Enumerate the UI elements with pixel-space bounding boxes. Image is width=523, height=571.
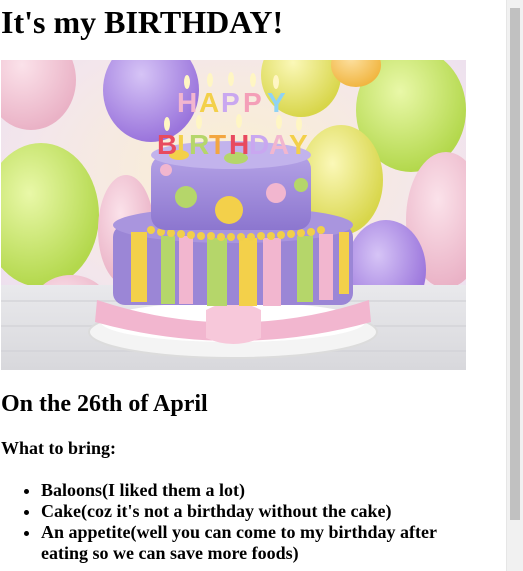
svg-text:D: D [249, 129, 269, 160]
date-heading: On the 26th of April [1, 391, 208, 417]
svg-text:P: P [243, 87, 262, 118]
page-body: It's my BIRTHDAY! H A P P Y B I R T H D … [0, 0, 506, 571]
svg-text:A: A [199, 87, 219, 118]
bring-list: Baloons(I liked them a lot) Cake(coz it'… [0, 480, 461, 564]
svg-text:H: H [229, 129, 249, 160]
svg-text:P: P [221, 87, 240, 118]
vertical-scrollbar[interactable] [506, 0, 523, 571]
cake-photo-svg: H A P P Y B I R T H D A Y [1, 60, 466, 370]
list-item: An appetite(well you can come to my birt… [41, 522, 461, 564]
svg-text:A: A [269, 129, 289, 160]
page-title: It's my BIRTHDAY! [1, 4, 284, 40]
list-item: Baloons(I liked them a lot) [41, 480, 461, 501]
svg-text:R: R [189, 129, 209, 160]
scrollbar-thumb[interactable] [510, 8, 520, 520]
svg-text:H: H [177, 87, 197, 118]
svg-text:T: T [209, 129, 226, 160]
birthday-cake-image: H A P P Y B I R T H D A Y [1, 60, 466, 370]
list-item: Cake(coz it's not a birthday without the… [41, 501, 461, 522]
svg-text:I: I [177, 129, 185, 160]
svg-text:B: B [157, 129, 177, 160]
bring-heading: What to bring: [1, 438, 117, 458]
svg-text:Y: Y [267, 87, 286, 118]
svg-text:Y: Y [289, 129, 308, 160]
